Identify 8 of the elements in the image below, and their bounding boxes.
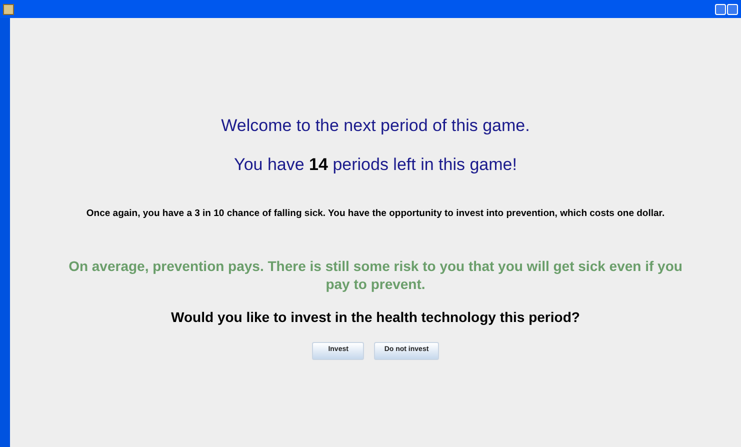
info-text: Once again, you have a 3 in 10 chance of falling sick. You have the opportunity to invest into prevention, which costs one dollar.: [85, 206, 666, 220]
minimize-button[interactable]: [715, 4, 726, 14]
app-icon: [3, 4, 14, 14]
welcome-heading: Welcome to the next period of this game.: [221, 115, 530, 136]
question-text: Would you like to invest in the health technology this period?: [171, 308, 580, 327]
advice-text: On average, prevention pays. There is still some risk to you that you will get sick even if you pay to prevent.: [68, 256, 684, 292]
maximize-button[interactable]: [727, 4, 738, 14]
periods-left-heading: You have 14 periods left in this game!: [234, 154, 517, 176]
